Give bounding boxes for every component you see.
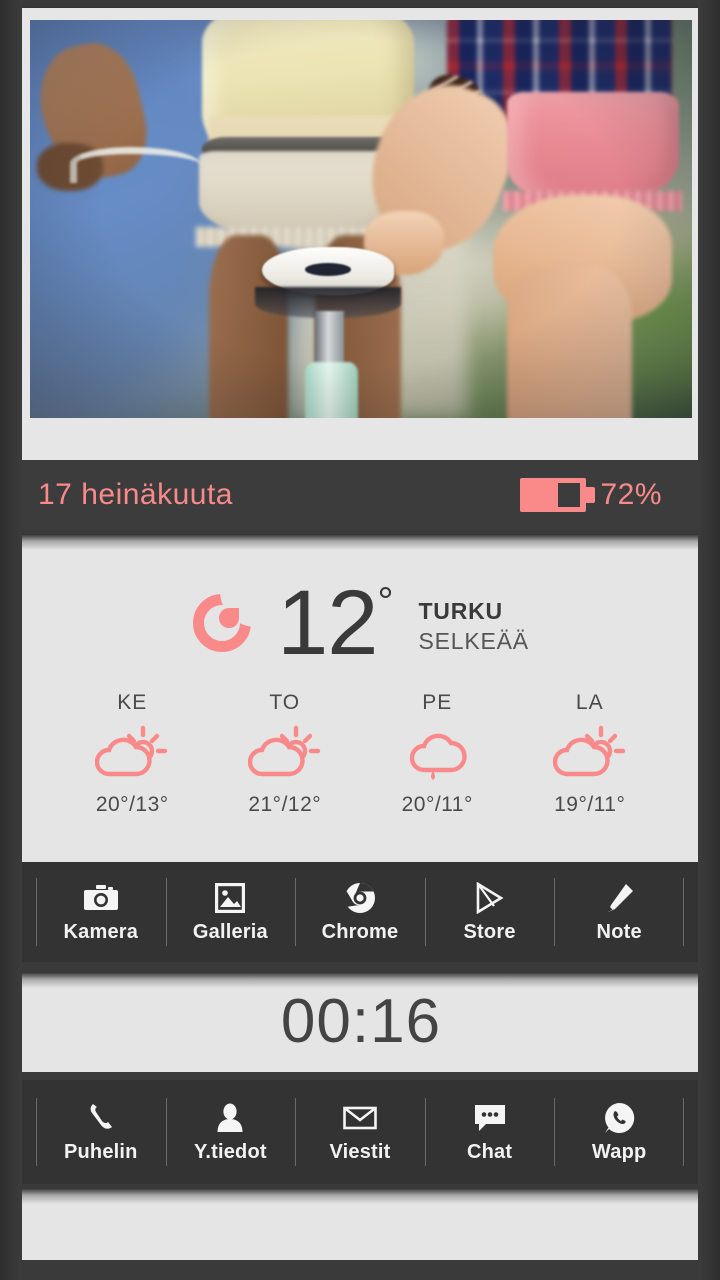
forecast-day-label: PE [422, 690, 453, 714]
forecast-day[interactable]: TO 21°/12° [209, 691, 362, 817]
panel-top-shadow [22, 1188, 700, 1204]
dock-item-label: Wapp [591, 1140, 647, 1163]
condition-label: SELKEÄÄ [418, 627, 529, 654]
forecast-day[interactable]: LA 19°/11° [514, 691, 667, 817]
phone-handset-icon [83, 1101, 119, 1135]
date-label: 17 heinäkuuta [38, 478, 233, 511]
dock-item-label: Note [596, 920, 642, 943]
moon-icon [193, 590, 256, 653]
forecast-temps: 19°/11° [554, 792, 626, 816]
dock-item-puhelin[interactable]: Puhelin [36, 1096, 166, 1168]
location-block: TURKU SELKEÄÄ [418, 592, 528, 655]
forecast-row: KE 20°/13° TO 21°/12° PE 20°/11° LA 19°/… [22, 665, 700, 817]
camera-icon [83, 881, 119, 915]
play-store-icon [472, 881, 508, 915]
clock-time-label: 00:16 [280, 987, 442, 1056]
forecast-day-label: TO [269, 690, 301, 714]
forecast-day[interactable]: KE 20°/13° [56, 691, 209, 817]
dock-item-wapp[interactable]: Wapp [554, 1096, 684, 1168]
forecast-temps: 20°/11° [401, 792, 473, 816]
dock-item-label: Kamera [63, 920, 139, 943]
degree-symbol: ° [377, 580, 393, 624]
whatsapp-icon [601, 1101, 637, 1135]
dock-item-store[interactable]: Store [424, 876, 555, 948]
dock-item-label: Chat [466, 1140, 513, 1163]
status-bar: 17 heinäkuuta 72% [0, 460, 720, 530]
forecast-day-label: LA [575, 690, 604, 714]
current-temperature: 12° [277, 577, 393, 669]
forecast-temps: 20°/13° [95, 792, 169, 816]
dock-item-galleria[interactable]: Galleria [165, 876, 296, 948]
dock-item-viestit[interactable]: Viestit [295, 1096, 425, 1168]
wallpaper-vignette [30, 20, 692, 418]
app-dock-top: Kamera Galleria Chrome Store Note [0, 862, 720, 962]
contact-person-icon [212, 1101, 248, 1135]
clock-widget[interactable]: 00:16 [22, 972, 700, 1072]
battery-status: 72% [520, 478, 662, 512]
dock-item-label: Galleria [192, 920, 268, 943]
dock-item-chrome[interactable]: Chrome [295, 876, 425, 948]
wallpaper-panel [22, 8, 700, 460]
chat-bubble-icon [472, 1101, 508, 1135]
dock-item-label: Y.tiedot [194, 1140, 267, 1163]
dock-item-ytiedot[interactable]: Y.tiedot [165, 1096, 296, 1168]
weather-widget[interactable]: 12° TURKU SELKEÄÄ KE 20°/13° TO 21°/12° … [22, 534, 700, 862]
dock-item-kamera[interactable]: Kamera [36, 876, 166, 948]
forecast-day-label: KE [117, 690, 148, 714]
partly-cloudy-icon [552, 725, 625, 776]
chrome-icon [342, 881, 378, 915]
battery-icon [520, 478, 596, 512]
home-screen: 17 heinäkuuta 72% 12° TURKU SELKEÄÄ KE 2… [0, 0, 720, 1280]
forecast-temps: 21°/12° [248, 792, 322, 816]
partly-cloudy-icon [95, 725, 168, 776]
battery-empty-portion [558, 483, 581, 507]
image-icon [212, 881, 248, 915]
forecast-day[interactable]: PE 20°/11° [361, 691, 514, 817]
dock-item-chat[interactable]: Chat [424, 1096, 555, 1168]
dock-item-label: Store [463, 920, 516, 943]
empty-bottom-panel[interactable] [22, 1188, 700, 1260]
dock-item-label: Viestit [329, 1140, 391, 1163]
battery-percent-label: 72% [600, 478, 662, 511]
dock-item-note[interactable]: Note [554, 876, 684, 948]
current-temperature-value: 12 [277, 572, 378, 674]
dock-item-label: Puhelin [63, 1140, 138, 1163]
dock-item-label: Chrome [321, 920, 399, 943]
rain-cloud-icon [410, 733, 467, 780]
current-weather: 12° TURKU SELKEÄÄ [22, 534, 700, 669]
city-label: TURKU [418, 597, 503, 624]
app-dock-bottom: Puhelin Y.tiedot Viestit Chat Wapp [0, 1080, 720, 1184]
pencil-icon [601, 881, 637, 915]
envelope-icon [342, 1101, 378, 1135]
partly-cloudy-icon [247, 725, 320, 776]
photo-wallpaper [30, 20, 692, 418]
